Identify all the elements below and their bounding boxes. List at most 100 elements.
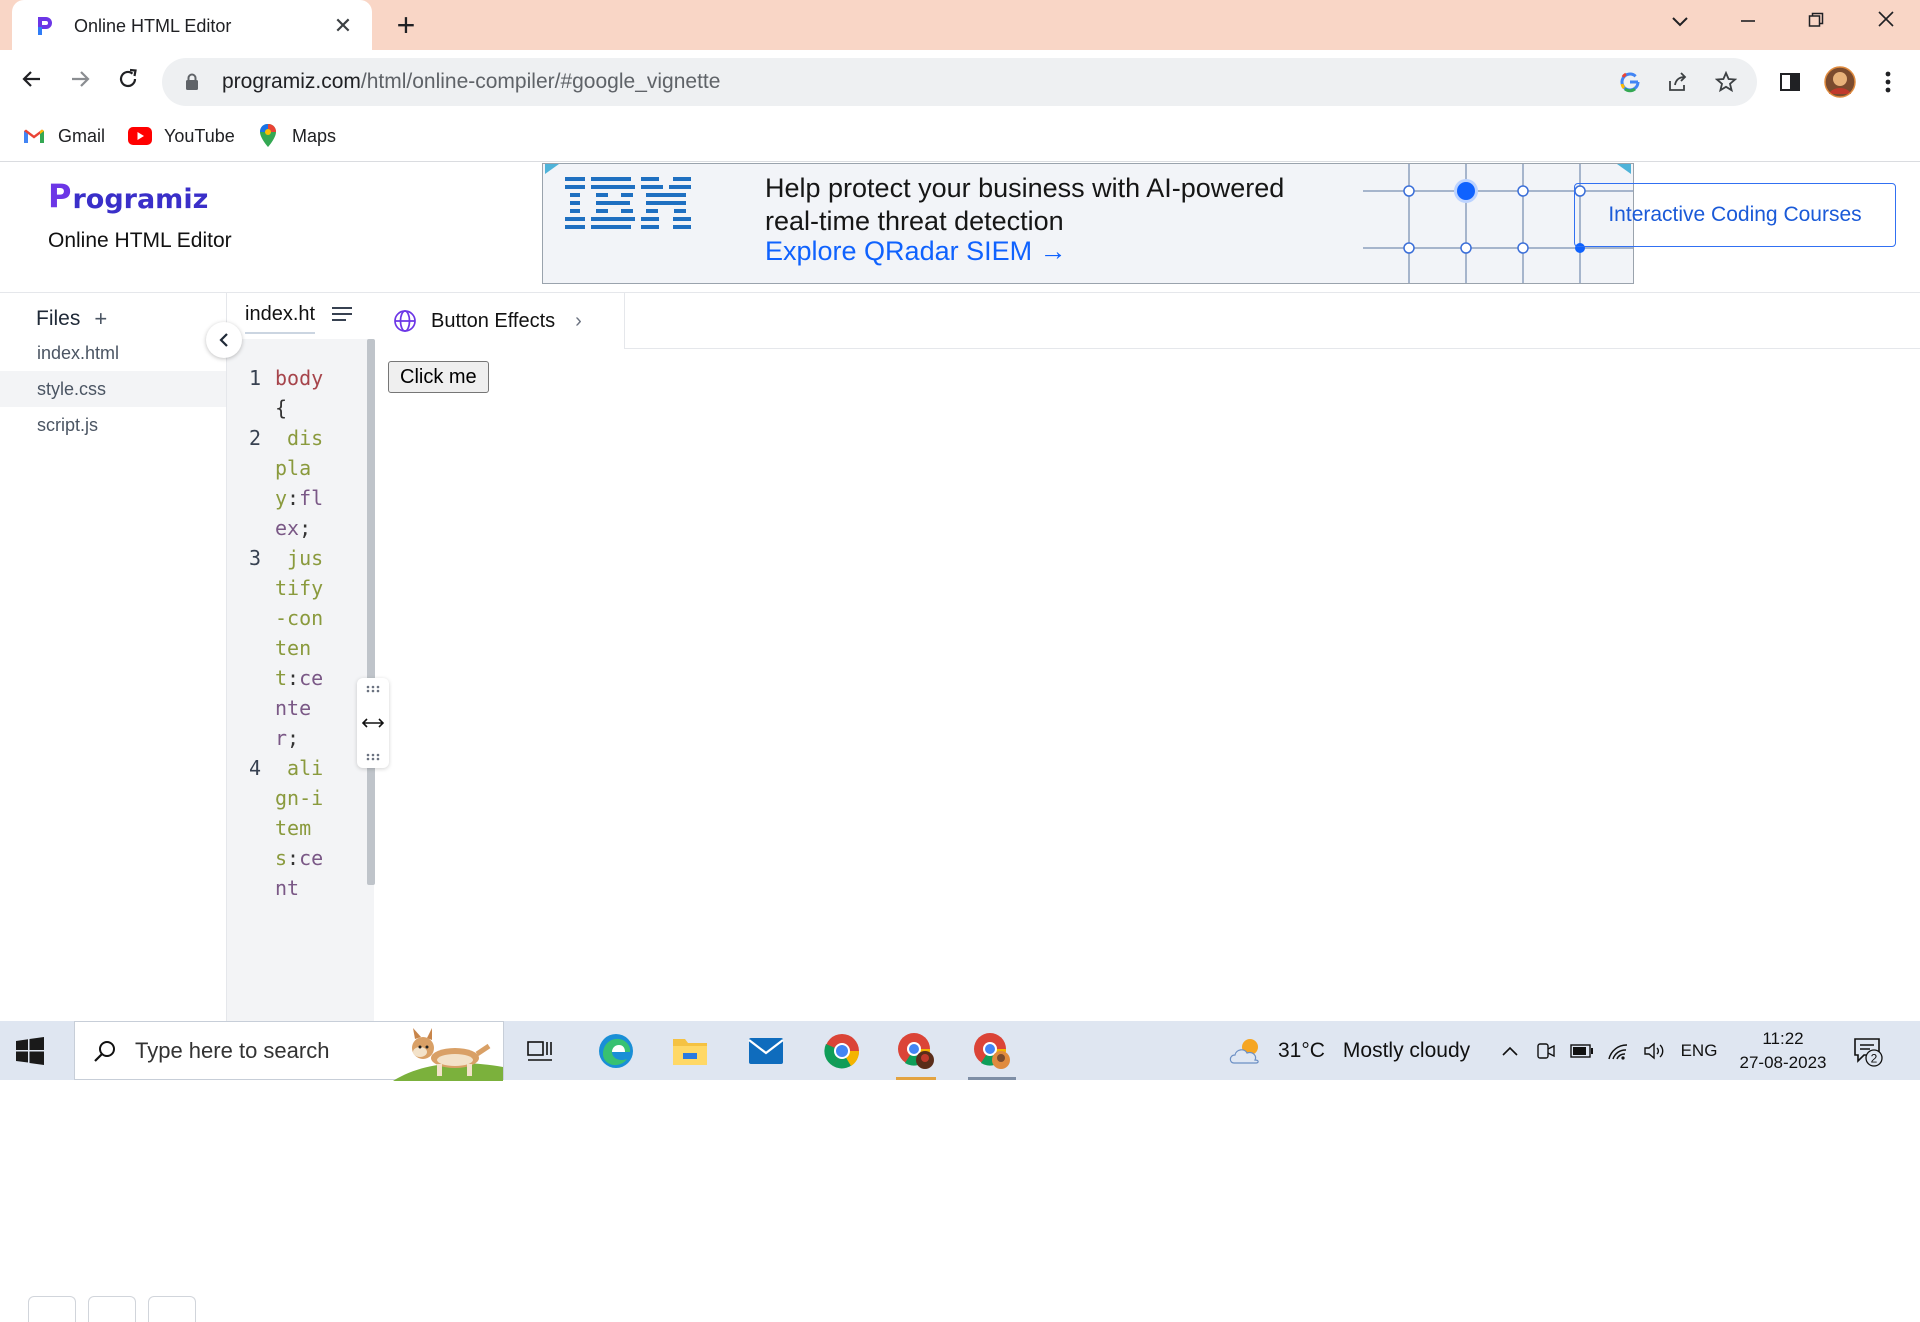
globe-icon xyxy=(394,310,416,332)
meet-now-icon[interactable] xyxy=(1532,1021,1560,1080)
code-lines[interactable]: 1 body{2 display:flex; 3 justify-content:c… xyxy=(227,363,367,903)
ibm-logo xyxy=(565,177,691,229)
browser-toolbar: programiz.com/html/online-compiler/#goog… xyxy=(0,50,1920,114)
volume-icon[interactable] xyxy=(1640,1021,1668,1080)
bookmark-star-icon[interactable] xyxy=(1709,65,1743,99)
preview-tab[interactable]: Button Effects › xyxy=(375,293,625,349)
code-token: body xyxy=(275,366,324,390)
tab-index-html[interactable]: index.html xyxy=(245,303,315,334)
ad-headline[interactable]: Help protect your business with AI-power… xyxy=(765,172,1325,238)
bookmark-gmail[interactable]: Gmail xyxy=(22,124,105,148)
lock-icon[interactable] xyxy=(182,73,202,91)
ad-choices-icon[interactable] xyxy=(545,164,559,174)
google-translate-icon[interactable] xyxy=(1613,65,1647,99)
chevron-right-icon[interactable]: › xyxy=(575,310,582,333)
pane-resize-handle[interactable] xyxy=(357,678,389,768)
file-item-style-css[interactable]: style.css xyxy=(0,371,226,407)
wifi-icon[interactable] xyxy=(1604,1021,1632,1080)
files-sidebar: Files + index.html style.css script.js xyxy=(0,293,226,1322)
reload-button[interactable] xyxy=(110,64,146,100)
url-text[interactable]: programiz.com/html/online-compiler/#goog… xyxy=(222,70,1613,94)
code-text[interactable]: align-items:cent xyxy=(275,753,331,903)
youtube-icon xyxy=(128,124,152,148)
battery-icon[interactable] xyxy=(1568,1021,1596,1080)
ad-link[interactable]: Explore QRadar SIEM → xyxy=(765,236,1067,267)
code-text[interactable]: justify-content:center; xyxy=(275,543,331,753)
code-line[interactable]: 2 display:flex; xyxy=(227,423,367,543)
chrome-active-window-icon[interactable] xyxy=(962,1025,1022,1080)
language-indicator[interactable]: ENG xyxy=(1676,1021,1722,1080)
windows-taskbar: Type here to search 31°C Mostly cloudy E… xyxy=(0,1021,1920,1081)
new-tab-button[interactable]: + xyxy=(390,8,422,42)
back-button[interactable] xyxy=(14,64,50,100)
search-highlight-dog-icon xyxy=(393,1028,503,1081)
file-item-index-html[interactable]: index.html xyxy=(0,335,226,371)
share-icon[interactable] xyxy=(1661,65,1695,99)
forward-button[interactable] xyxy=(62,64,98,100)
preview-pane: Button Effects › Click me xyxy=(375,293,1920,1021)
weather-widget[interactable]: 31°C Mostly cloudy xyxy=(1228,1021,1470,1080)
bookmark-youtube[interactable]: YouTube xyxy=(128,124,235,148)
divider xyxy=(625,348,1920,349)
sidebar-tool-button[interactable] xyxy=(28,1296,76,1322)
chrome-menu-icon[interactable] xyxy=(1870,64,1906,100)
collapse-sidebar-button[interactable] xyxy=(206,322,242,358)
edge-icon[interactable] xyxy=(586,1025,646,1077)
code-text[interactable]: display:flex; xyxy=(275,423,331,543)
code-text[interactable]: body { xyxy=(275,363,331,423)
programiz-header: Programiz Online HTML Editor Help protec… xyxy=(0,163,1920,293)
add-file-button[interactable]: + xyxy=(94,306,107,332)
code-editor[interactable]: index.html 1body{2 display:flex;3 justif… xyxy=(226,293,375,1021)
bookmark-maps[interactable]: Maps xyxy=(256,124,336,148)
browser-tab[interactable]: Online HTML Editor ✕ xyxy=(12,0,372,52)
chevron-left-icon xyxy=(219,333,228,347)
resize-arrows-icon xyxy=(361,718,385,728)
chrome-icon[interactable] xyxy=(812,1025,872,1077)
side-panel-icon[interactable] xyxy=(1772,64,1808,100)
clock[interactable]: 11:22 27-08-2023 xyxy=(1728,1027,1838,1075)
ad-close-icon[interactable] xyxy=(1617,164,1631,174)
minimize-button[interactable] xyxy=(1728,6,1768,38)
menu-icon[interactable] xyxy=(327,299,357,329)
gmail-icon xyxy=(22,124,46,148)
interactive-coding-courses-button[interactable]: Interactive Coding Courses xyxy=(1574,183,1896,247)
drag-dots-icon xyxy=(366,685,380,693)
code-line[interactable]: 3 justify-content:center; xyxy=(227,543,367,753)
code-token: : xyxy=(287,486,300,510)
tab-search-icon[interactable] xyxy=(1660,6,1700,38)
line-number: 2 xyxy=(248,426,261,450)
profile-avatar[interactable] xyxy=(1822,64,1858,100)
programiz-logo[interactable]: Programiz xyxy=(48,177,208,215)
code-line[interactable]: 4 align-items:cent xyxy=(227,753,367,903)
mail-icon[interactable] xyxy=(736,1025,796,1077)
add-button[interactable] xyxy=(148,1296,196,1322)
drag-dots-icon xyxy=(366,753,380,761)
taskbar-search[interactable]: Type here to search xyxy=(74,1021,504,1081)
code-token: : xyxy=(287,666,300,690)
code-token: : xyxy=(287,846,300,870)
windows-start-icon[interactable] xyxy=(16,1037,44,1065)
editor-tab-bar: index.html xyxy=(227,293,375,339)
editor-scrollbar[interactable] xyxy=(367,339,375,885)
ibm-advertisement[interactable]: Help protect your business with AI-power… xyxy=(542,163,1634,284)
browser-tab-strip: Online HTML Editor ✕ + xyxy=(0,0,1920,52)
weather-cloud-icon xyxy=(1229,1038,1259,1064)
files-header: Files + xyxy=(36,306,108,332)
address-bar[interactable]: programiz.com/html/online-compiler/#goog… xyxy=(162,58,1757,106)
show-hidden-icons-chevron-up-icon[interactable] xyxy=(1496,1021,1524,1080)
close-window-button[interactable] xyxy=(1866,6,1906,38)
maps-icon xyxy=(256,124,280,148)
chrome-profile-icon[interactable] xyxy=(886,1025,946,1080)
close-tab-icon[interactable]: ✕ xyxy=(330,13,356,39)
line-number: 3 xyxy=(248,546,261,570)
fullscreen-button[interactable] xyxy=(88,1296,136,1322)
notification-center-icon[interactable]: 2 xyxy=(1852,1035,1884,1067)
file-item-script-js[interactable]: script.js xyxy=(0,407,226,443)
restore-button[interactable] xyxy=(1796,6,1836,38)
file-explorer-icon[interactable] xyxy=(660,1025,720,1077)
task-view-icon[interactable] xyxy=(510,1025,570,1077)
code-line[interactable]: 1 body { xyxy=(227,363,367,423)
bookmarks-bar: Gmail YouTube Maps xyxy=(0,114,1920,162)
svg-text:2: 2 xyxy=(1871,1052,1878,1066)
click-me-button[interactable]: Click me xyxy=(388,361,489,393)
